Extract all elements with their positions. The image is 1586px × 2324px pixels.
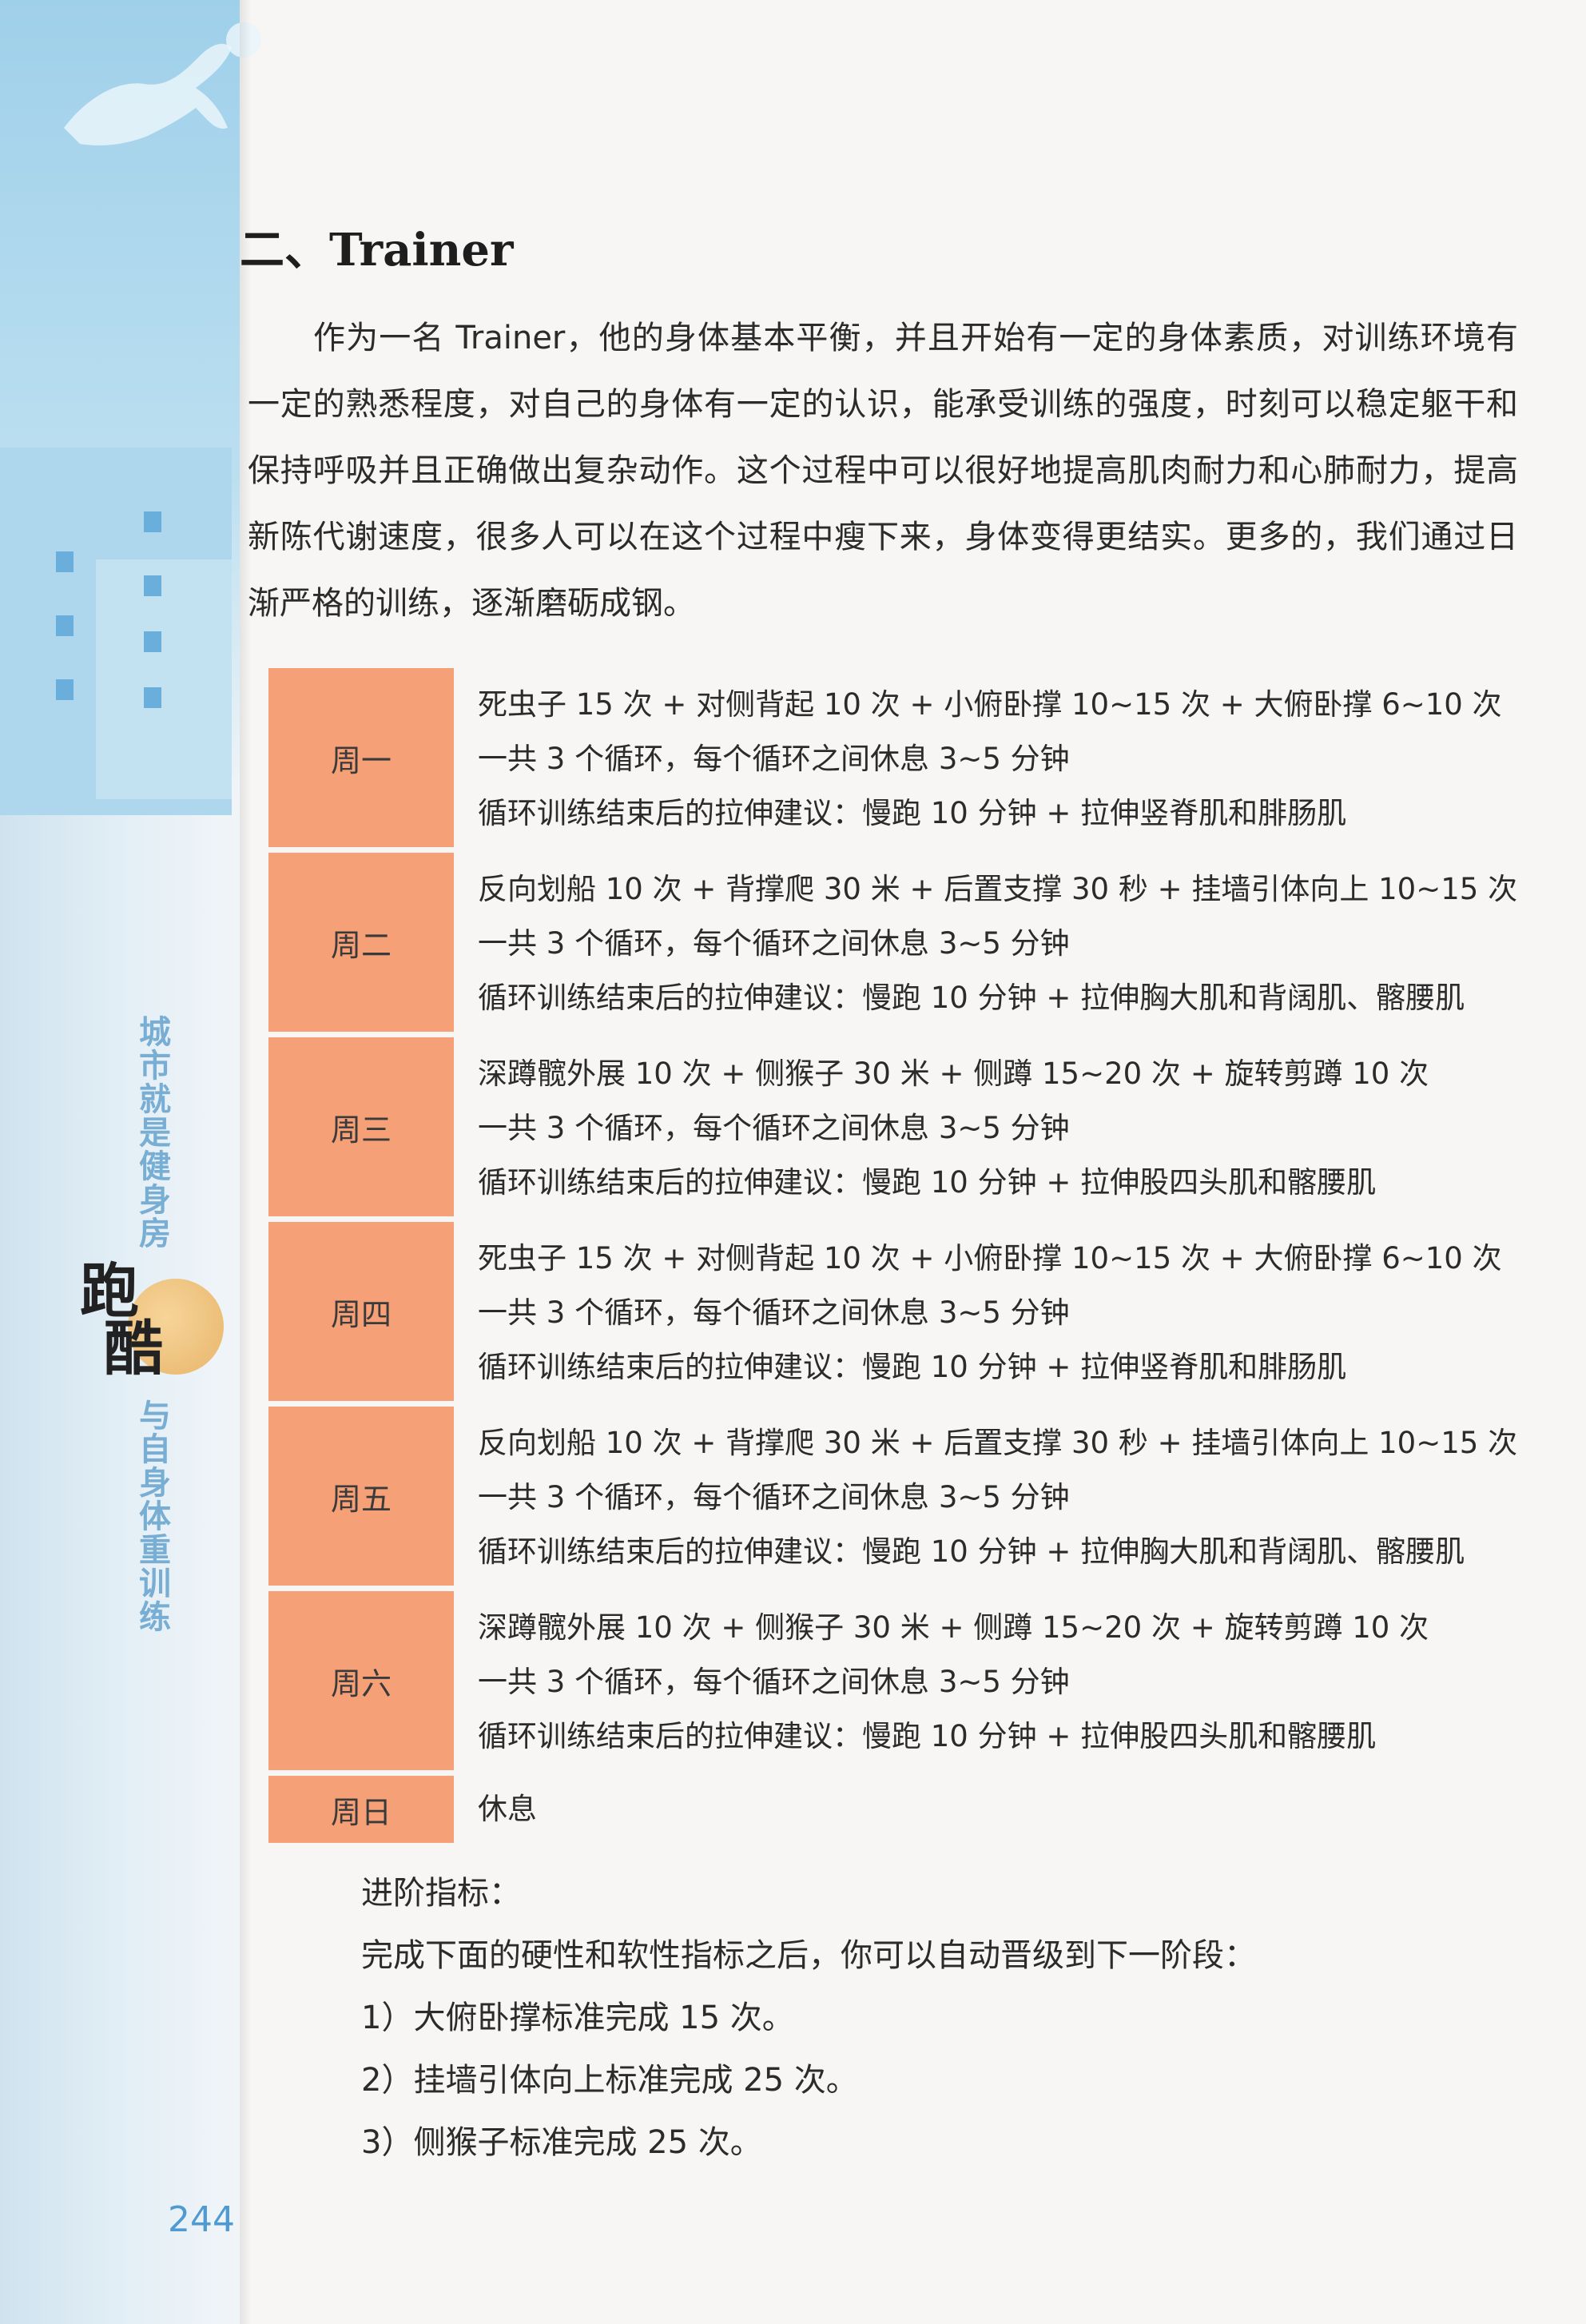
day-cell: 周日 bbox=[268, 1776, 454, 1843]
schedule-row: 周六 深蹲髋外展 10 次 + 侧猴子 30 米 + 侧蹲 15~20 次 + … bbox=[268, 1591, 1531, 1770]
workout-cell: 深蹲髋外展 10 次 + 侧猴子 30 米 + 侧蹲 15~20 次 + 旋转剪… bbox=[478, 1610, 1429, 1753]
window-shape bbox=[56, 551, 74, 572]
criteria-item: 3）侧猴子标准完成 25 次。 bbox=[361, 2124, 762, 2161]
window-shape bbox=[56, 679, 74, 700]
criteria-item: 1）大俯卧撑标准完成 15 次。 bbox=[361, 2000, 794, 2036]
workout-cell: 休息 bbox=[478, 1792, 537, 1826]
parkour-logo: 跑 酷 bbox=[80, 1257, 240, 1391]
schedule-row: 周日 休息 bbox=[268, 1776, 1531, 1843]
workout-cell: 死虫子 15 次 + 对侧背起 10 次 + 小俯卧撑 10~15 次 + 大俯… bbox=[478, 687, 1502, 830]
vertical-book-title: 城市就是健身房 bbox=[133, 1015, 170, 1250]
day-cell: 周五 bbox=[268, 1407, 454, 1586]
weekly-schedule-table: 周一 死虫子 15 次 + 对侧背起 10 次 + 小俯卧撑 10~15 次 +… bbox=[268, 668, 1531, 1848]
day-cell: 周一 bbox=[268, 668, 454, 847]
intro-paragraph: 作为一名 Trainer，他的身体基本平衡，并且开始有一定的身体素质，对训练环境… bbox=[248, 320, 1518, 622]
day-cell: 周二 bbox=[268, 853, 454, 1032]
vertical-book-subtitle: 与自身体重训练 bbox=[133, 1399, 170, 1634]
day-cell: 周三 bbox=[268, 1037, 454, 1216]
workout-cell: 反向划船 10 次 + 背撑爬 30 米 + 后置支撑 30 秒 + 挂墙引体向… bbox=[478, 1426, 1518, 1569]
building-shape bbox=[96, 559, 232, 799]
section-heading: 二、Trainer bbox=[240, 224, 514, 277]
window-shape bbox=[56, 615, 74, 636]
advancement-criteria: 进阶指标： 完成下面的硬性和软性指标之后，你可以自动晋级到下一阶段： 1）大俯卧… bbox=[361, 1862, 1480, 2174]
side-decoration bbox=[0, 0, 261, 2324]
window-shape bbox=[144, 575, 161, 596]
runner-silhouette-icon bbox=[64, 22, 261, 145]
schedule-row: 周一 死虫子 15 次 + 对侧背起 10 次 + 小俯卧撑 10~15 次 +… bbox=[268, 668, 1531, 847]
page-number: 244 bbox=[168, 2199, 235, 2240]
schedule-row: 周三 深蹲髋外展 10 次 + 侧猴子 30 米 + 侧蹲 15~20 次 + … bbox=[268, 1037, 1531, 1216]
schedule-row: 周四 死虫子 15 次 + 对侧背起 10 次 + 小俯卧撑 10~15 次 +… bbox=[268, 1222, 1531, 1401]
day-cell: 周四 bbox=[268, 1222, 454, 1401]
advancement-description: 完成下面的硬性和软性指标之后，你可以自动晋级到下一阶段： bbox=[361, 1937, 1256, 1974]
logo-text: 跑 酷 bbox=[80, 1257, 163, 1383]
day-cell: 周六 bbox=[268, 1591, 454, 1770]
workout-cell: 深蹲髋外展 10 次 + 侧猴子 30 米 + 侧蹲 15~20 次 + 旋转剪… bbox=[478, 1057, 1429, 1200]
criteria-item: 2）挂墙引体向上标准完成 25 次。 bbox=[361, 2062, 858, 2099]
window-shape bbox=[144, 511, 161, 532]
workout-cell: 反向划船 10 次 + 背撑爬 30 米 + 后置支撑 30 秒 + 挂墙引体向… bbox=[478, 872, 1518, 1015]
workout-cell: 死虫子 15 次 + 对侧背起 10 次 + 小俯卧撑 10~15 次 + 大俯… bbox=[478, 1241, 1502, 1384]
schedule-row: 周二 反向划船 10 次 + 背撑爬 30 米 + 后置支撑 30 秒 + 挂墙… bbox=[268, 853, 1531, 1032]
window-shape bbox=[144, 687, 161, 708]
window-shape bbox=[144, 631, 161, 652]
advancement-title: 进阶指标： bbox=[361, 1875, 521, 1912]
schedule-row: 周五 反向划船 10 次 + 背撑爬 30 米 + 后置支撑 30 秒 + 挂墙… bbox=[268, 1407, 1531, 1586]
